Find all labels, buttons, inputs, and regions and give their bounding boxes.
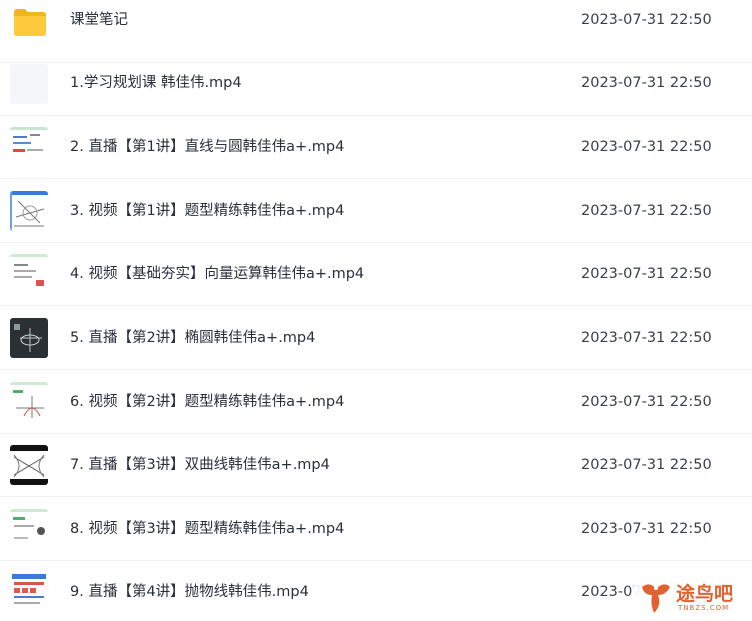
- bird-logo-icon: [642, 584, 670, 613]
- file-name: 2. 直播【第1讲】直线与圆韩佳伟a+.mp4: [70, 139, 345, 155]
- folder-icon: [12, 6, 48, 38]
- file-date: 2023-07-31 22:50: [581, 394, 712, 410]
- watermark-logo: 途鸟吧 TNBZS.COM: [634, 575, 744, 619]
- file-row[interactable]: 7. 直播【第3讲】双曲线韩佳伟a+.mp4 2023-07-31 22:50: [0, 434, 752, 497]
- file-name: 6. 视频【第2讲】题型精练韩佳伟a+.mp4: [70, 394, 345, 410]
- file-list: 课堂笔记 2023-07-31 22:50 1.学习规划课 韩佳伟.mp4 20…: [0, 0, 752, 621]
- file-name: 4. 视频【基础夯实】向量运算韩佳伟a+.mp4: [70, 266, 365, 282]
- file-row[interactable]: 8. 视频【第3讲】题型精练韩佳伟a+.mp4 2023-07-31 22:50: [0, 498, 752, 561]
- video-thumbnail-icon: [10, 64, 48, 104]
- file-row[interactable]: 1.学习规划课 韩佳伟.mp4 2023-07-31 22:50: [0, 53, 752, 116]
- file-name: 9. 直播【第4讲】抛物线韩佳伟.mp4: [70, 584, 309, 600]
- file-row[interactable]: 3. 视频【第1讲】题型精练韩佳伟a+.mp4 2023-07-31 22:50: [0, 180, 752, 243]
- video-thumbnail-icon: [10, 191, 48, 231]
- watermark-text: 途鸟吧: [676, 583, 734, 605]
- file-row[interactable]: 6. 视频【第2讲】题型精练韩佳伟a+.mp4 2023-07-31 22:50: [0, 371, 752, 434]
- file-row[interactable]: 4. 视频【基础夯实】向量运算韩佳伟a+.mp4 2023-07-31 22:5…: [0, 243, 752, 306]
- watermark-subtext: TNBZS.COM: [678, 604, 730, 612]
- file-name: 8. 视频【第3讲】题型精练韩佳伟a+.mp4: [70, 521, 345, 537]
- file-name: 1.学习规划课 韩佳伟.mp4: [70, 75, 242, 91]
- file-date: 2023-07-31 22:50: [581, 266, 712, 282]
- video-thumbnail-icon: [10, 572, 48, 612]
- file-name: 3. 视频【第1讲】题型精练韩佳伟a+.mp4: [70, 203, 345, 219]
- video-thumbnail-dark-icon: [10, 318, 48, 358]
- video-thumbnail-icon: [10, 382, 48, 422]
- file-name: 5. 直播【第2讲】椭圆韩佳伟a+.mp4: [70, 330, 316, 346]
- video-thumbnail-icon: [10, 445, 48, 485]
- video-thumbnail-icon: [10, 509, 48, 549]
- video-thumbnail-icon: [10, 254, 48, 294]
- file-row[interactable]: 2. 直播【第1讲】直线与圆韩佳伟a+.mp4 2023-07-31 22:50: [0, 116, 752, 179]
- file-date: 2023-07-31 22:50: [581, 457, 712, 473]
- video-thumbnail-icon: [10, 127, 48, 167]
- file-date: 2023-07-31 22:50: [581, 139, 712, 155]
- file-date: 2023-07-31 22:50: [581, 75, 712, 91]
- file-name: 7. 直播【第3讲】双曲线韩佳伟a+.mp4: [70, 457, 330, 473]
- file-date: 2023-07-31 22:50: [581, 521, 712, 537]
- file-date: 2023-07-31 22:50: [581, 330, 712, 346]
- file-date: 2023-07-31 22:50: [581, 203, 712, 219]
- file-row[interactable]: 5. 直播【第2讲】椭圆韩佳伟a+.mp4 2023-07-31 22:50: [0, 307, 752, 370]
